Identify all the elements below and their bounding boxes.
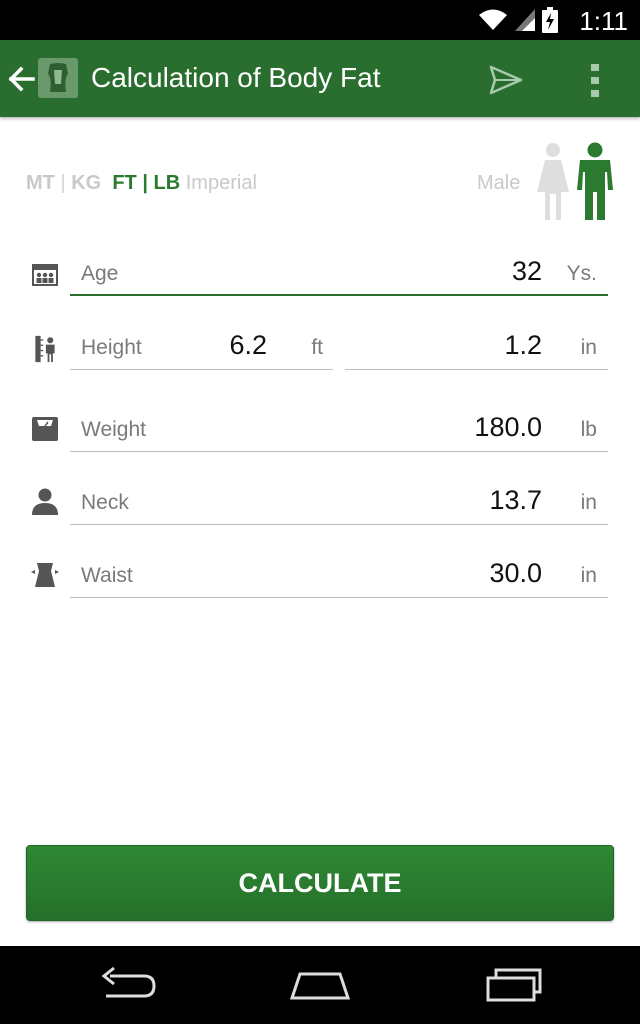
age-label: Age [81, 262, 119, 285]
calendar-people-icon [32, 264, 58, 286]
weight-label: Weight [81, 418, 146, 441]
status-time: 1:11 [579, 6, 628, 36]
height-label: Height [81, 336, 142, 359]
unit-lb[interactable]: LB [154, 172, 181, 194]
height-inches-unit: in [580, 336, 597, 359]
waist-underline [70, 597, 608, 598]
female-figure-icon[interactable] [535, 142, 571, 222]
app-bar: Calculation of Body Fat [0, 40, 640, 117]
neck-unit: in [580, 491, 597, 514]
height-feet-value[interactable]: 6.2 [229, 330, 267, 361]
male-figure-icon[interactable] [576, 142, 614, 222]
signal-icon [515, 9, 535, 31]
back-arrow-icon[interactable] [6, 62, 36, 96]
status-bar: 1:11 [0, 0, 640, 40]
overflow-menu-icon[interactable] [588, 60, 602, 100]
wifi-icon [479, 9, 507, 30]
nav-home-icon[interactable] [288, 964, 352, 1004]
neck-label: Neck [81, 491, 129, 514]
neck-field[interactable]: Neck 13.7 in [70, 481, 608, 525]
nav-back-icon[interactable] [96, 964, 160, 1004]
weight-underline [70, 451, 608, 452]
unit-imperial-label: Imperial [185, 172, 257, 194]
waist-icon [31, 563, 59, 587]
age-field[interactable]: Age 32 Ys. [70, 252, 608, 296]
calculate-button[interactable]: CALCULATE [26, 845, 614, 921]
unit-selector: MT | KG FT | LB Imperial [26, 172, 257, 195]
height-inches-field[interactable]: 1.2 in [345, 326, 608, 370]
height-feet-unit: ft [311, 336, 323, 359]
status-icons [478, 7, 558, 33]
calculate-button-label: CALCULATE [238, 868, 402, 898]
unit-mt[interactable]: MT [26, 172, 55, 194]
unit-separator-active: | [142, 172, 148, 194]
battery-charging-icon [542, 7, 558, 33]
age-unit: Ys. [566, 262, 597, 285]
unit-separator: | [60, 172, 66, 194]
weight-value[interactable]: 180.0 [474, 412, 542, 443]
waist-value[interactable]: 30.0 [489, 558, 542, 589]
height-feet-underline [70, 369, 333, 370]
height-feet-field[interactable]: Height 6.2 ft [70, 326, 333, 370]
neck-value[interactable]: 13.7 [489, 485, 542, 516]
height-inches-value[interactable]: 1.2 [504, 330, 542, 361]
body-logo-icon [38, 58, 78, 98]
page-title: Calculation of Body Fat [91, 62, 381, 93]
neck-underline [70, 524, 608, 525]
navigation-bar [0, 946, 640, 1024]
unit-ft[interactable]: FT [112, 172, 136, 194]
age-underline [70, 294, 608, 296]
nav-recents-icon[interactable] [482, 964, 546, 1004]
unit-kg[interactable]: KG [71, 172, 101, 194]
age-value[interactable]: 32 [512, 256, 542, 287]
waist-field[interactable]: Waist 30.0 in [70, 554, 608, 598]
height-inches-underline [345, 369, 608, 370]
scale-icon [32, 417, 58, 441]
height-ruler-icon [35, 335, 55, 363]
gender-label: Male [477, 172, 521, 194]
send-icon[interactable] [488, 64, 524, 96]
person-bust-icon [32, 488, 58, 515]
waist-label: Waist [81, 564, 133, 587]
weight-unit: lb [580, 418, 597, 441]
waist-unit: in [580, 564, 597, 587]
weight-field[interactable]: Weight 180.0 lb [70, 408, 608, 452]
